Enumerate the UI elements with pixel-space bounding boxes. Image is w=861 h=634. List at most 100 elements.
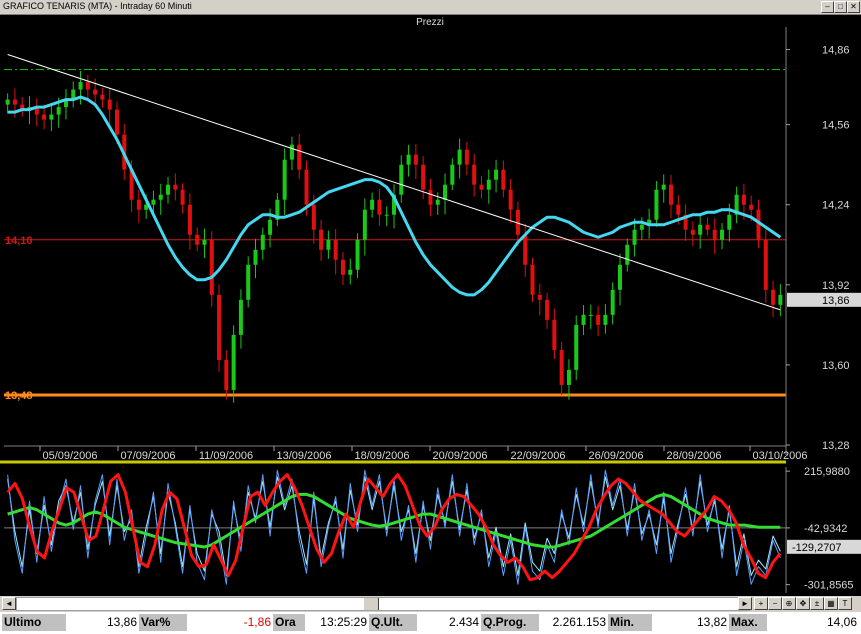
candle-body	[187, 204, 192, 235]
candle-body	[85, 82, 90, 90]
scroll-right-button[interactable]: ►	[738, 597, 752, 610]
candle-body	[450, 164, 455, 185]
close-button[interactable]: ✕	[847, 1, 860, 13]
ora-value: 13:25:29	[320, 615, 367, 629]
candle-body	[158, 194, 163, 200]
candle-body	[778, 294, 783, 305]
candle-body	[246, 264, 251, 300]
move-icon[interactable]: ✥	[796, 597, 810, 610]
level-label: 14,10	[5, 235, 33, 247]
candle-body	[771, 289, 776, 305]
candle-body	[319, 229, 324, 250]
candle-body	[610, 289, 615, 315]
candle-body	[114, 109, 119, 135]
candle-body	[384, 214, 389, 216]
candle-body	[559, 349, 564, 385]
ultimo-label: Ultimo	[2, 614, 66, 631]
candle-body	[763, 239, 768, 290]
candle-body	[676, 204, 681, 215]
scroll-left-button[interactable]: ◄	[2, 597, 16, 610]
date-tick-label: 20/09/2006	[432, 450, 487, 462]
candle-body	[224, 359, 229, 390]
candle-body	[209, 239, 214, 295]
candle-body	[632, 229, 637, 245]
candle-body	[78, 82, 83, 90]
candle-body	[669, 184, 674, 205]
candle-body	[282, 159, 287, 200]
candle-body	[304, 169, 309, 205]
candle-body	[588, 314, 593, 316]
candle-body	[355, 239, 360, 270]
candle-body	[443, 184, 448, 200]
candle-body	[741, 194, 746, 205]
candle-body	[253, 249, 258, 265]
candle-body	[596, 314, 601, 325]
candle-body	[690, 229, 695, 235]
date-tick-label: 22/09/2006	[510, 450, 565, 462]
ora-label: Ora	[273, 614, 305, 631]
candle-body	[173, 184, 178, 190]
grid-icon[interactable]: ▦	[824, 597, 838, 610]
date-tick-label: 05/09/2006	[42, 450, 97, 462]
price-tick-label: 14,56	[822, 120, 850, 132]
candle-body	[217, 294, 222, 360]
qprog-label: Q.Prog.	[481, 614, 539, 631]
scroll-thumb[interactable]	[363, 598, 379, 610]
text-tool-icon[interactable]: T	[838, 597, 852, 610]
window-titlebar: GRAFICO TENARIS (MTA) - Intraday 60 Minu…	[0, 0, 861, 15]
candle-body	[537, 294, 542, 300]
maximize-button[interactable]: □	[834, 1, 847, 13]
date-tick-label: 11/09/2006	[199, 450, 253, 462]
candle-body	[501, 169, 506, 190]
osc-tick-label: 215,9880	[804, 466, 850, 478]
chart-canvas[interactable]: 14,10 13,48 14,86 14,56 14,24 13,92 13,60 13,2…	[0, 15, 861, 596]
candle-body	[479, 184, 484, 190]
min-label: Min.	[608, 614, 652, 631]
candle-body	[603, 314, 608, 325]
candle-body	[428, 189, 433, 205]
candle-body	[297, 144, 302, 170]
var-label: Var%	[139, 614, 187, 631]
candle-body	[348, 269, 353, 275]
candle-body	[566, 369, 571, 385]
crosshair-icon[interactable]: ⊕	[782, 597, 796, 610]
candle-body	[435, 199, 440, 205]
date-tick-label: 03/10/2006	[752, 450, 807, 462]
osc-last-value-label: -129,2707	[792, 542, 842, 554]
candle-body	[727, 214, 732, 230]
date-tick-label: 18/09/2006	[354, 450, 409, 462]
last-price-label: 13,86	[822, 295, 850, 307]
candle-body	[464, 149, 469, 165]
scroll-track[interactable]	[16, 597, 750, 611]
status-bar: Ultimo 13,86 Var% -1,86 Ora 13:25:29 Q.U…	[0, 612, 861, 634]
candle-body	[100, 94, 105, 100]
candle-body	[545, 299, 550, 320]
minimize-button[interactable]: –	[821, 1, 834, 13]
candle-body	[151, 199, 156, 205]
candle-body	[698, 224, 703, 235]
candle-body	[574, 324, 579, 370]
candle-body	[289, 144, 294, 160]
candle-body	[180, 189, 185, 205]
zoom-out-icon[interactable]: −	[768, 597, 782, 610]
horizontal-scrollbar[interactable]: ◄ ► + − ⊕ ✥ ± ▦ T	[0, 596, 861, 611]
candle-body	[530, 264, 535, 295]
candle-body	[362, 209, 367, 240]
zoom-in-icon[interactable]: +	[754, 597, 768, 610]
osc-tick-label: -301,8565	[804, 580, 854, 592]
candle-body	[377, 199, 382, 215]
date-tick-label: 13/09/2006	[276, 450, 331, 462]
level-label: 13,48	[5, 390, 33, 402]
candle-body	[406, 154, 411, 165]
scale-icon[interactable]: ±	[810, 597, 824, 610]
candle-body	[49, 114, 54, 120]
price-panel-title: Prezzi	[416, 17, 444, 28]
var-value: -1,86	[243, 615, 271, 629]
candle-body	[749, 204, 754, 210]
candle-body	[370, 199, 375, 210]
candle-body	[486, 179, 491, 190]
price-tick-label: 14,86	[822, 45, 850, 57]
max-label: Max.	[729, 614, 767, 631]
candle-body	[705, 224, 710, 230]
candle-body	[413, 154, 418, 165]
